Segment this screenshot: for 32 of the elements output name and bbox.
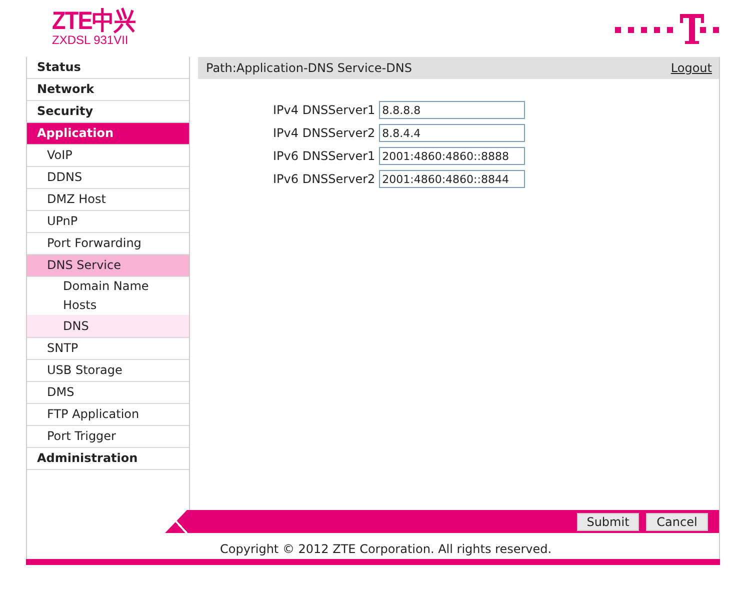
menu-item[interactable]: Port Trigger — [27, 426, 189, 448]
form-button[interactable]: Submit — [577, 512, 639, 530]
menu-item[interactable]: DMS — [27, 382, 189, 404]
dns-server-field[interactable]: 2001:4860:4860::8888 — [379, 147, 526, 165]
menu-item[interactable]: FTP Application — [27, 404, 189, 426]
form-button[interactable]: Cancel — [646, 512, 708, 530]
dns-server-field[interactable]: 8.8.4.4 — [379, 124, 526, 142]
field-label: IPv4 DNSServer1 — [273, 103, 376, 117]
menu-item[interactable]: DMZ Host — [27, 189, 189, 211]
menu-item[interactable]: VoIP — [27, 145, 189, 167]
menu-item[interactable]: Administration — [27, 448, 189, 470]
menu-item[interactable]: USB Storage — [27, 360, 189, 382]
menu-item[interactable]: DNS Service — [27, 255, 189, 277]
dns-server-field[interactable]: 2001:4860:4860::8844 — [379, 170, 526, 188]
menu-item[interactable]: Hosts — [27, 296, 189, 315]
menu-item[interactable]: SNTP — [27, 338, 189, 360]
model-name: ZXDSL 931VII — [52, 34, 128, 47]
menu-item[interactable]: DDNS — [27, 167, 189, 189]
menu-item[interactable]: Domain Name — [27, 277, 189, 296]
brand-logo: ZTE中兴 — [52, 8, 135, 34]
field-label: IPv4 DNSServer2 — [273, 126, 376, 140]
field-label: IPv6 DNSServer2 — [273, 172, 376, 186]
copyright-text: Copyright © 2012 ZTE Corporation. All rights reserved. — [219, 541, 553, 558]
menu-item[interactable]: DNS — [27, 315, 189, 338]
field-label: IPv6 DNSServer1 — [273, 149, 376, 163]
dns-server-field[interactable]: 8.8.8.8 — [379, 101, 526, 119]
breadcrumb-path: Path:Application-DNS Service-DNS — [206, 61, 412, 75]
menu-item[interactable]: UPnP — [27, 211, 189, 233]
menu-item[interactable]: Network — [27, 79, 189, 101]
menu-item[interactable]: Application — [27, 123, 189, 145]
logout-link[interactable]: Logout — [670, 61, 712, 75]
menu-item[interactable]: Status — [27, 57, 189, 79]
